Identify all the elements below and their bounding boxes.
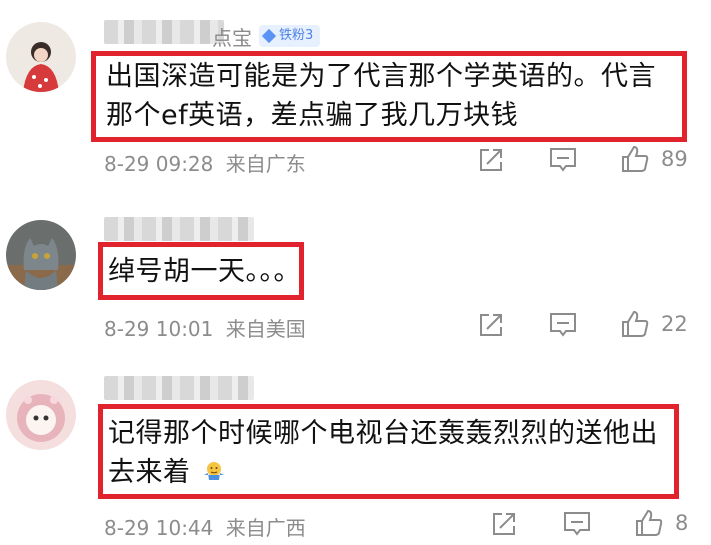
username-tail[interactable]: 点宝 — [212, 22, 252, 51]
share-icon[interactable] — [477, 146, 505, 174]
comment-icon[interactable] — [548, 146, 578, 174]
avatar[interactable] — [6, 380, 76, 450]
shrug-emoji — [203, 462, 224, 480]
comment-location: 来自广东 — [225, 152, 306, 176]
comment-meta: 8-29 09:28 来自广东 — [104, 148, 306, 177]
diamond-icon — [261, 28, 277, 44]
comment-date: 8-29 09:28 — [104, 152, 214, 176]
like-count: 22 — [661, 312, 688, 336]
like-icon[interactable] — [620, 309, 650, 339]
comment-meta: 8-29 10:01 来自美国 — [104, 313, 306, 342]
like-count: 8 — [675, 511, 689, 535]
comment-item: 绰号胡一天。。。 8-29 10:01 来自美国 22 — [0, 180, 711, 360]
username-blurred[interactable] — [104, 376, 254, 400]
comment-date: 8-29 10:44 — [104, 516, 214, 540]
comment-item: 点宝 铁粉3 出国深造可能是为了代言那个学英语的。代言 那个ef英语，差点骗了我… — [0, 0, 711, 180]
comment-item: 记得那个时候哪个电视台还轰轰烈烈的送他出 去来着 8-29 10:44 来自广西… — [0, 360, 711, 545]
comment-text-line: 出国深造可能是为了代言那个学英语的。代言 — [106, 61, 656, 92]
share-icon[interactable] — [490, 510, 518, 538]
comment-text-line: 记得那个时候哪个电视台还轰轰烈烈的送他出 — [108, 418, 658, 449]
fan-badge[interactable]: 铁粉3 — [259, 25, 321, 47]
fan-badge-label: 铁粉3 — [279, 28, 314, 43]
comment-icon[interactable] — [548, 311, 578, 339]
comment-meta: 8-29 10:44 来自广西 — [104, 512, 306, 541]
comment-text-fragment: 去来着 — [108, 457, 191, 488]
like-icon[interactable] — [634, 508, 664, 538]
comment-text-line: 去来着 — [108, 453, 226, 492]
like-icon[interactable] — [620, 144, 650, 174]
comment-text-line: 绰号胡一天。。。 — [108, 256, 301, 287]
avatar[interactable] — [6, 220, 76, 290]
comment-icon[interactable] — [562, 510, 592, 538]
username-blurred[interactable] — [104, 217, 254, 241]
comment-location: 来自美国 — [225, 317, 306, 341]
like-count: 89 — [661, 147, 688, 171]
share-icon[interactable] — [477, 311, 505, 339]
comment-location: 来自广西 — [225, 516, 306, 540]
avatar[interactable] — [6, 22, 76, 92]
username-blurred[interactable] — [104, 20, 224, 44]
comment-date: 8-29 10:01 — [104, 317, 214, 341]
comment-text-line: 那个ef英语，差点骗了我几万块钱 — [106, 100, 519, 131]
